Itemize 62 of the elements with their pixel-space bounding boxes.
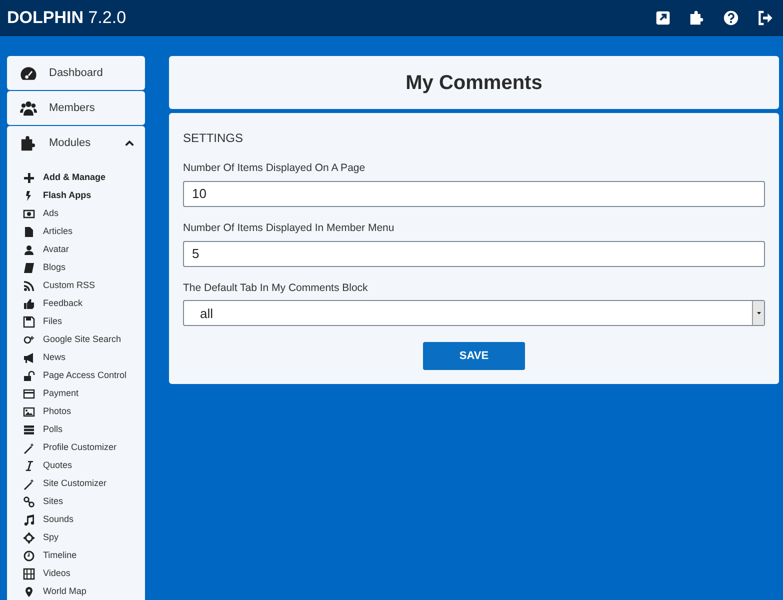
sidebar-item[interactable]: Avatar [7, 241, 145, 259]
sidebar-item[interactable]: Timeline [7, 547, 145, 565]
chain-link-icon [23, 496, 35, 508]
field-label: Number Of Items Displayed On A Page [183, 161, 366, 176]
sidebar-item[interactable]: News [7, 349, 145, 367]
floppy-icon [23, 316, 35, 328]
caret-down-icon [756, 310, 762, 316]
sidebar-item[interactable]: Articles [7, 223, 145, 241]
list-bars-icon [23, 424, 35, 436]
sidebar-item[interactable]: Videos [7, 565, 145, 583]
wand-icon [23, 478, 35, 490]
credit-card-icon [23, 388, 35, 400]
sidebar-item[interactable]: Photos [7, 403, 145, 421]
select-field[interactable]: all [183, 300, 765, 326]
sidebar-section[interactable]: Dashboard [7, 56, 145, 90]
sidebar-item[interactable]: Site Customizer [7, 475, 145, 493]
sidebar-item[interactable]: Page Access Control [7, 367, 145, 385]
gauge-icon [20, 64, 37, 82]
sidebar-item[interactable]: Flash Apps [7, 187, 145, 205]
user-icon [23, 244, 35, 256]
field-label: Number Of Items Displayed In Member Menu [183, 220, 394, 236]
sidebar-item[interactable]: Spy [7, 529, 145, 547]
input-field[interactable]: 5 [183, 240, 765, 266]
music-note-icon [23, 514, 35, 526]
save-button[interactable]: SAVE [423, 342, 525, 370]
money-icon [23, 208, 35, 220]
sidebar-item[interactable]: Ads [7, 205, 145, 223]
users-icon [20, 100, 37, 116]
thumbs-up-icon [23, 298, 35, 310]
puzzle-icon [20, 134, 37, 152]
clock-icon [23, 550, 35, 562]
sidebar-item[interactable]: Profile Customizer [7, 439, 145, 457]
sidebar-item[interactable]: Blogs [7, 259, 145, 277]
chevron-up-icon [124, 138, 135, 148]
crosshair-icon [23, 532, 35, 544]
sidebar-item[interactable]: Feedback [7, 295, 145, 313]
sidebar-item[interactable]: World Map [7, 583, 145, 600]
wand-icon [23, 442, 35, 454]
megaphone-icon [23, 352, 35, 364]
sidebar-item[interactable]: Quotes [7, 457, 145, 475]
film-icon [23, 568, 35, 580]
sidebar-item[interactable]: Polls [7, 421, 145, 439]
input-field[interactable]: 10 [183, 180, 765, 207]
sidebar-item[interactable]: Add & Manage [7, 169, 145, 187]
page-title: My Comments [169, 56, 779, 109]
sidebar-item[interactable]: Payment [7, 385, 145, 403]
sidebar-item[interactable]: Sites [7, 493, 145, 511]
sidebar-item[interactable]: Google Site Search [7, 331, 145, 349]
book-icon [23, 262, 35, 274]
sidebar-item[interactable]: Files [7, 313, 145, 331]
italic-i-icon [23, 460, 35, 472]
document-icon [23, 226, 35, 238]
sidebar-item[interactable]: Sounds [7, 511, 145, 529]
rss-icon [23, 280, 35, 292]
app-title: DOLPHIN 7.2.0 [7, 6, 126, 29]
sidebar-item[interactable]: Custom RSS [7, 277, 145, 295]
field-label: The Default Tab In My Comments Block [183, 280, 368, 296]
plus-icon [23, 172, 35, 184]
unlocked-icon [23, 370, 35, 382]
sidebar-section[interactable]: Members [7, 91, 145, 125]
image-icon [23, 406, 35, 418]
section-heading: SETTINGS [183, 130, 244, 147]
